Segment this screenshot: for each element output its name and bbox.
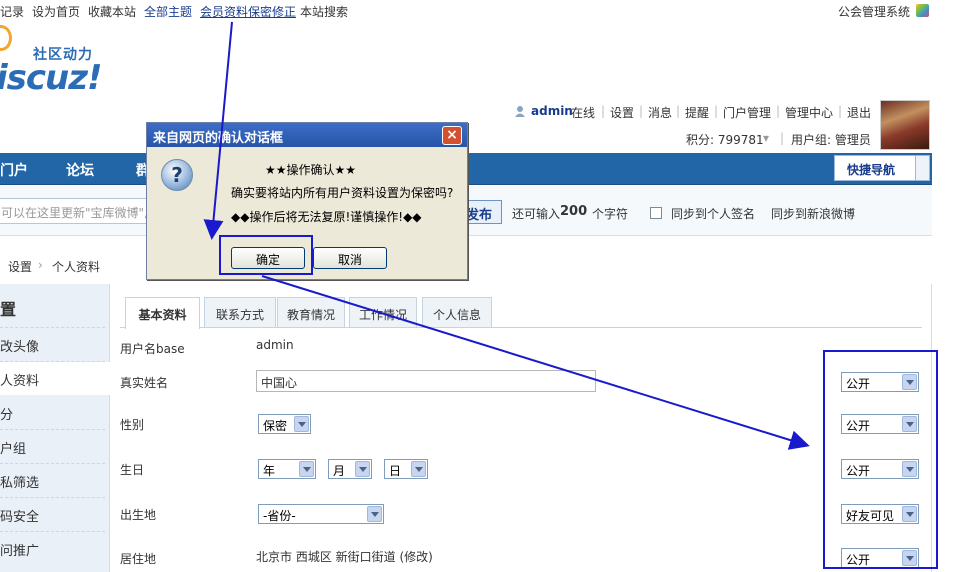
sidebar-item-points[interactable]: 分 [0, 404, 110, 423]
sidebar-title: 置 [0, 300, 17, 319]
user-icon [514, 105, 526, 117]
quick-nav-label: 快捷导航 [847, 163, 896, 177]
sync-signature-label[interactable]: 同步到个人签名 [671, 205, 755, 222]
sync-weibo-link[interactable]: 同步到新浪微博 [771, 205, 855, 222]
dialog-title[interactable]: 来自网页的确认对话框 [147, 123, 467, 147]
privacy-highlight-box [823, 350, 938, 569]
nav-item-portal[interactable]: 门户 [0, 160, 28, 180]
dialog-heading: ★★操作确认★★ [265, 163, 357, 177]
topbar-link-search[interactable]: 本站搜索 [300, 3, 348, 20]
question-icon: ? [161, 159, 193, 191]
tab-basic-info[interactable]: 基本资料 [125, 297, 200, 329]
birthday-label: 生日 [120, 463, 145, 477]
tab-work[interactable]: 工作情况 [349, 297, 417, 327]
birth-day-value: 日 [389, 464, 402, 478]
close-icon[interactable]: × [442, 126, 462, 145]
remaining-count: 200 [560, 204, 588, 219]
residence-label: 居住地 [120, 552, 157, 566]
logo[interactable]: iscuz! [0, 58, 103, 98]
birth-year-select[interactable]: 年 [258, 459, 316, 479]
topbar-link-guild-system[interactable]: 公会管理系统 [838, 3, 910, 20]
gender-select[interactable]: 保密 [258, 414, 311, 434]
reminders-link[interactable]: 提醒 [685, 104, 709, 121]
sync-signature-checkbox[interactable] [650, 207, 662, 219]
divider [0, 463, 105, 464]
quick-nav-button[interactable]: 快捷导航 [834, 155, 930, 181]
portal-admin-link[interactable]: 门户管理 [723, 104, 771, 121]
user-group-link[interactable]: 用户组: 管理员 [791, 131, 871, 148]
top-link-bar: 记录 设为首页 收藏本站 全部主题 会员资料保密修正 本站搜索 公会管理系统 [0, 0, 978, 22]
divider [0, 497, 105, 498]
chevron-down-icon[interactable] [915, 156, 929, 180]
logout-link[interactable]: 退出 [847, 104, 871, 121]
chevron-down-icon[interactable] [355, 461, 370, 477]
cancel-button[interactable]: 取消 [313, 247, 387, 269]
guild-system-icon[interactable] [916, 4, 929, 17]
tab-contact[interactable]: 联系方式 [204, 297, 276, 327]
divider [0, 531, 105, 532]
remaining-suffix: 个字符 [592, 207, 629, 221]
divider: | [639, 104, 644, 118]
username-label: 用户名base [120, 342, 185, 356]
divider: | [714, 104, 719, 118]
residence-value[interactable]: 北京市 西城区 新街口街道 (修改) [256, 548, 433, 565]
realname-label: 真实姓名 [120, 376, 169, 390]
dialog-message: 确实要将站内所有用户资料设置为保密吗? [231, 186, 454, 200]
username-link[interactable]: admin [531, 104, 573, 118]
gender-label: 性别 [120, 418, 145, 432]
status-input[interactable]: 可以在这里更新"宝库微博", [0, 198, 148, 224]
divider: | [676, 104, 681, 118]
sidebar-item-promotion[interactable]: 问推广 [0, 540, 110, 559]
birth-year-value: 年 [263, 464, 276, 478]
ok-highlight-box [219, 235, 313, 275]
admin-center-link[interactable]: 管理中心 [785, 104, 833, 121]
dialog-warning: ◆◆操作后将无法复原!谨慎操作!◆◆ [231, 210, 422, 224]
breadcrumb-profile: 个人资料 [52, 260, 101, 274]
divider [0, 429, 105, 430]
sidebar-item-usergroup[interactable]: 户组 [0, 438, 110, 457]
birth-month-select[interactable]: 月 [328, 459, 372, 479]
birth-month-value: 月 [333, 464, 346, 478]
sidebar-item-profile[interactable]: 人资料 [0, 362, 110, 395]
sidebar-item-avatar[interactable]: 改头像 [0, 336, 110, 355]
logo-bulb-icon [0, 25, 12, 51]
topbar-link-bookmark[interactable]: 收藏本站 [88, 3, 136, 20]
divider: | [780, 131, 785, 145]
topbar-link-privacy-fix[interactable]: 会员资料保密修正 [200, 3, 296, 20]
sidebar-item-privacy[interactable]: 私筛选 [0, 472, 110, 491]
sidebar-item-password[interactable]: 码安全 [0, 506, 110, 525]
topbar-link-record[interactable]: 记录 [0, 3, 24, 20]
birthplace-value: -省份- [263, 509, 296, 523]
birthplace-province-select[interactable]: -省份- [258, 504, 384, 524]
remaining-prefix: 还可输入 [512, 207, 561, 221]
messages-link[interactable]: 消息 [648, 104, 672, 121]
breadcrumb-separator: › [38, 258, 43, 272]
divider: | [776, 104, 781, 118]
settings-link[interactable]: 设置 [610, 104, 634, 121]
realname-input[interactable]: 中国心 [256, 370, 596, 392]
birth-day-select[interactable]: 日 [384, 459, 428, 479]
topbar-link-set-home[interactable]: 设为首页 [32, 3, 80, 20]
birthplace-label: 出生地 [120, 508, 157, 522]
tab-education[interactable]: 教育情况 [277, 297, 345, 327]
chevron-down-icon[interactable] [411, 461, 426, 477]
divider [0, 327, 105, 328]
points-display[interactable]: 积分: 799781 [686, 131, 764, 148]
tab-underline [120, 327, 922, 328]
chevron-down-icon[interactable] [294, 416, 309, 432]
topbar-link-all-topics[interactable]: 全部主题 [144, 3, 192, 20]
divider: | [601, 104, 606, 118]
confirm-dialog: 来自网页的确认对话框 × ? ★★操作确认★★ 确实要将站内所有用户资料设置为保… [146, 122, 468, 280]
breadcrumb-settings[interactable]: 设置 [8, 258, 32, 275]
gender-select-value: 保密 [263, 419, 288, 433]
nav-item-forum[interactable]: 论坛 [66, 160, 94, 180]
avatar[interactable] [880, 100, 930, 150]
chevron-down-icon[interactable]: ▾ [763, 131, 769, 145]
online-status: 在线 [571, 106, 596, 120]
username-value: admin [256, 338, 294, 352]
divider: | [838, 104, 843, 118]
chevron-down-icon[interactable] [299, 461, 314, 477]
chevron-down-icon[interactable] [367, 506, 382, 522]
tab-personal[interactable]: 个人信息 [422, 297, 492, 327]
